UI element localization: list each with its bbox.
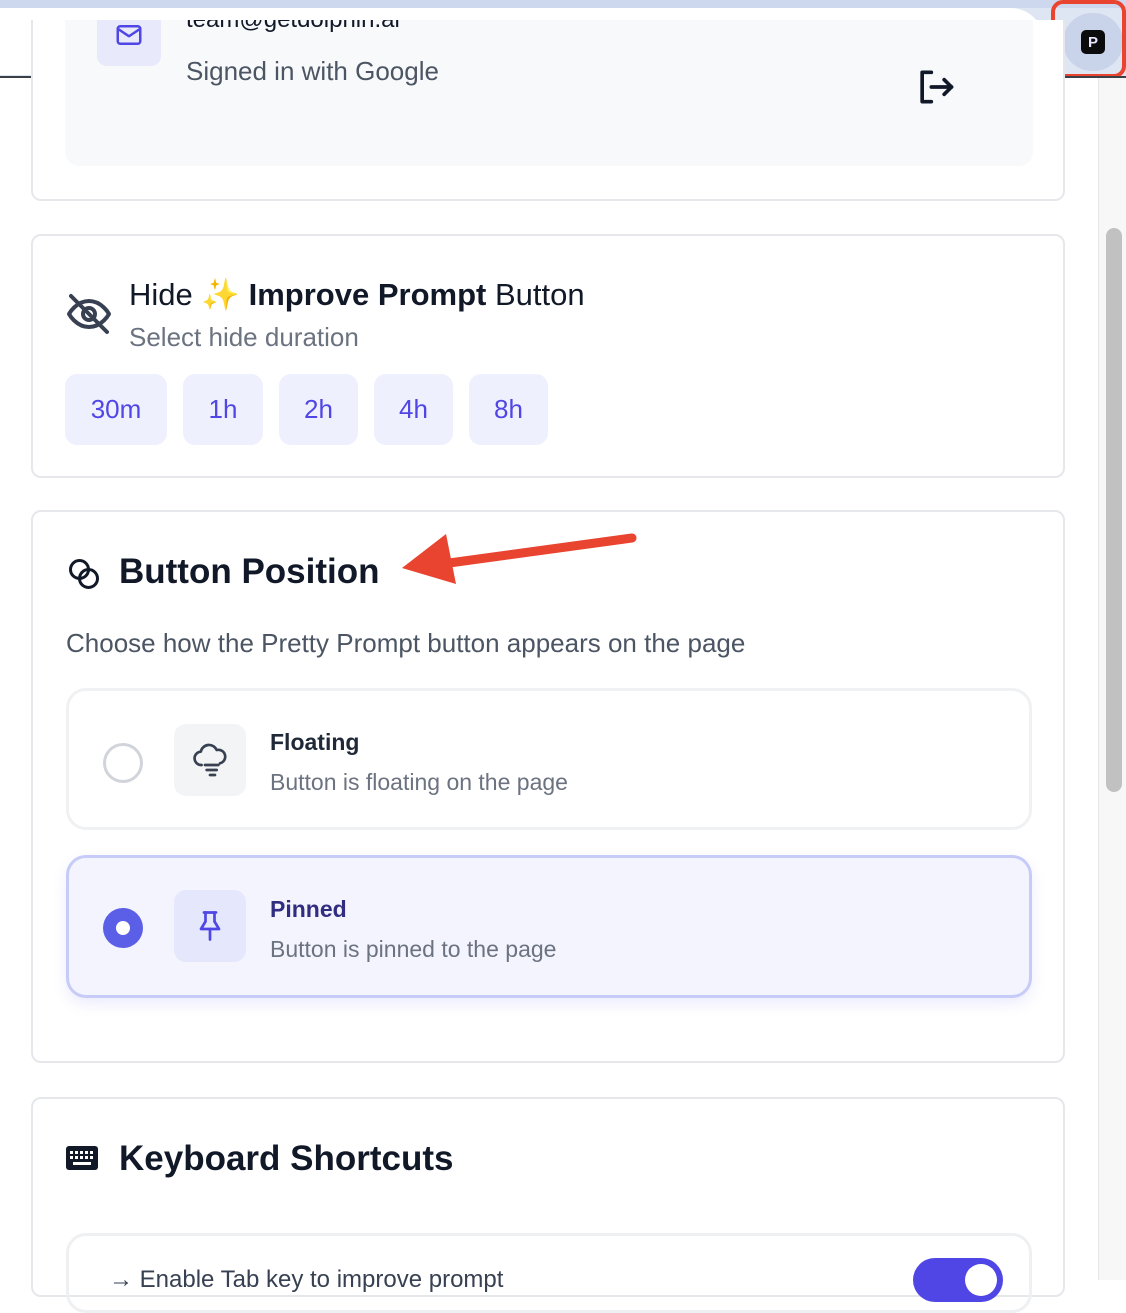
scrollbar-thumb[interactable] [1106,228,1122,792]
option-pinned[interactable]: Pinned Button is pinned to the page [66,855,1032,998]
hide-button-card: Hide ✨ Improve Prompt Button Select hide… [31,234,1065,478]
logout-icon[interactable] [912,64,958,110]
sparkle-emoji: ✨ [201,277,240,312]
tab-shortcut-toggle[interactable] [913,1258,1003,1302]
duration-1h-button[interactable]: 1h [183,374,263,445]
option-title: Pinned [270,896,347,922]
section-title: Button Position [119,552,380,591]
duration-options: 30m 1h 2h 4h 8h [65,374,548,445]
shortcut-label: → Enable Tab key to improve prompt [109,1266,504,1293]
annotation-arrow-icon [402,533,637,584]
section-title: Keyboard Shortcuts [119,1139,454,1178]
keyboard-shortcuts-card: Keyboard Shortcuts → Enable Tab key to i… [31,1097,1065,1313]
radio-floating[interactable] [103,743,143,783]
radio-pinned[interactable] [103,908,143,948]
duration-4h-button[interactable]: 4h [374,374,453,445]
pin-icon [174,890,246,962]
tab-shortcut-row: → Enable Tab key to improve prompt [66,1233,1032,1313]
button-position-card: Button Position Choose how the Pretty Pr… [31,510,1065,1063]
account-info: team@getdolphin.ai Signed in with Google [65,20,1033,166]
signin-method: Signed in with Google [186,56,439,86]
duration-30m-button[interactable]: 30m [65,374,167,445]
keyboard-icon [66,1146,98,1175]
duration-2h-button[interactable]: 2h [279,374,358,445]
option-title: Floating [270,729,360,755]
cloud-icon [174,724,246,796]
hide-subtitle: Select hide duration [129,322,359,352]
overlap-circles-icon [66,556,102,597]
option-subtitle: Button is floating on the page [270,769,568,795]
eye-off-icon [65,290,113,343]
hide-title: Hide ✨ Improve Prompt Button [129,277,585,312]
account-card: team@getdolphin.ai Signed in with Google [31,20,1065,201]
toolbar-accent-strip [0,0,1126,8]
option-floating[interactable]: Floating Button is floating on the page [66,688,1032,830]
duration-8h-button[interactable]: 8h [469,374,548,445]
option-subtitle: Button is pinned to the page [270,936,557,962]
mail-icon [97,20,161,66]
section-description: Choose how the Pretty Prompt button appe… [66,628,746,658]
account-email: team@getdolphin.ai [186,20,400,34]
